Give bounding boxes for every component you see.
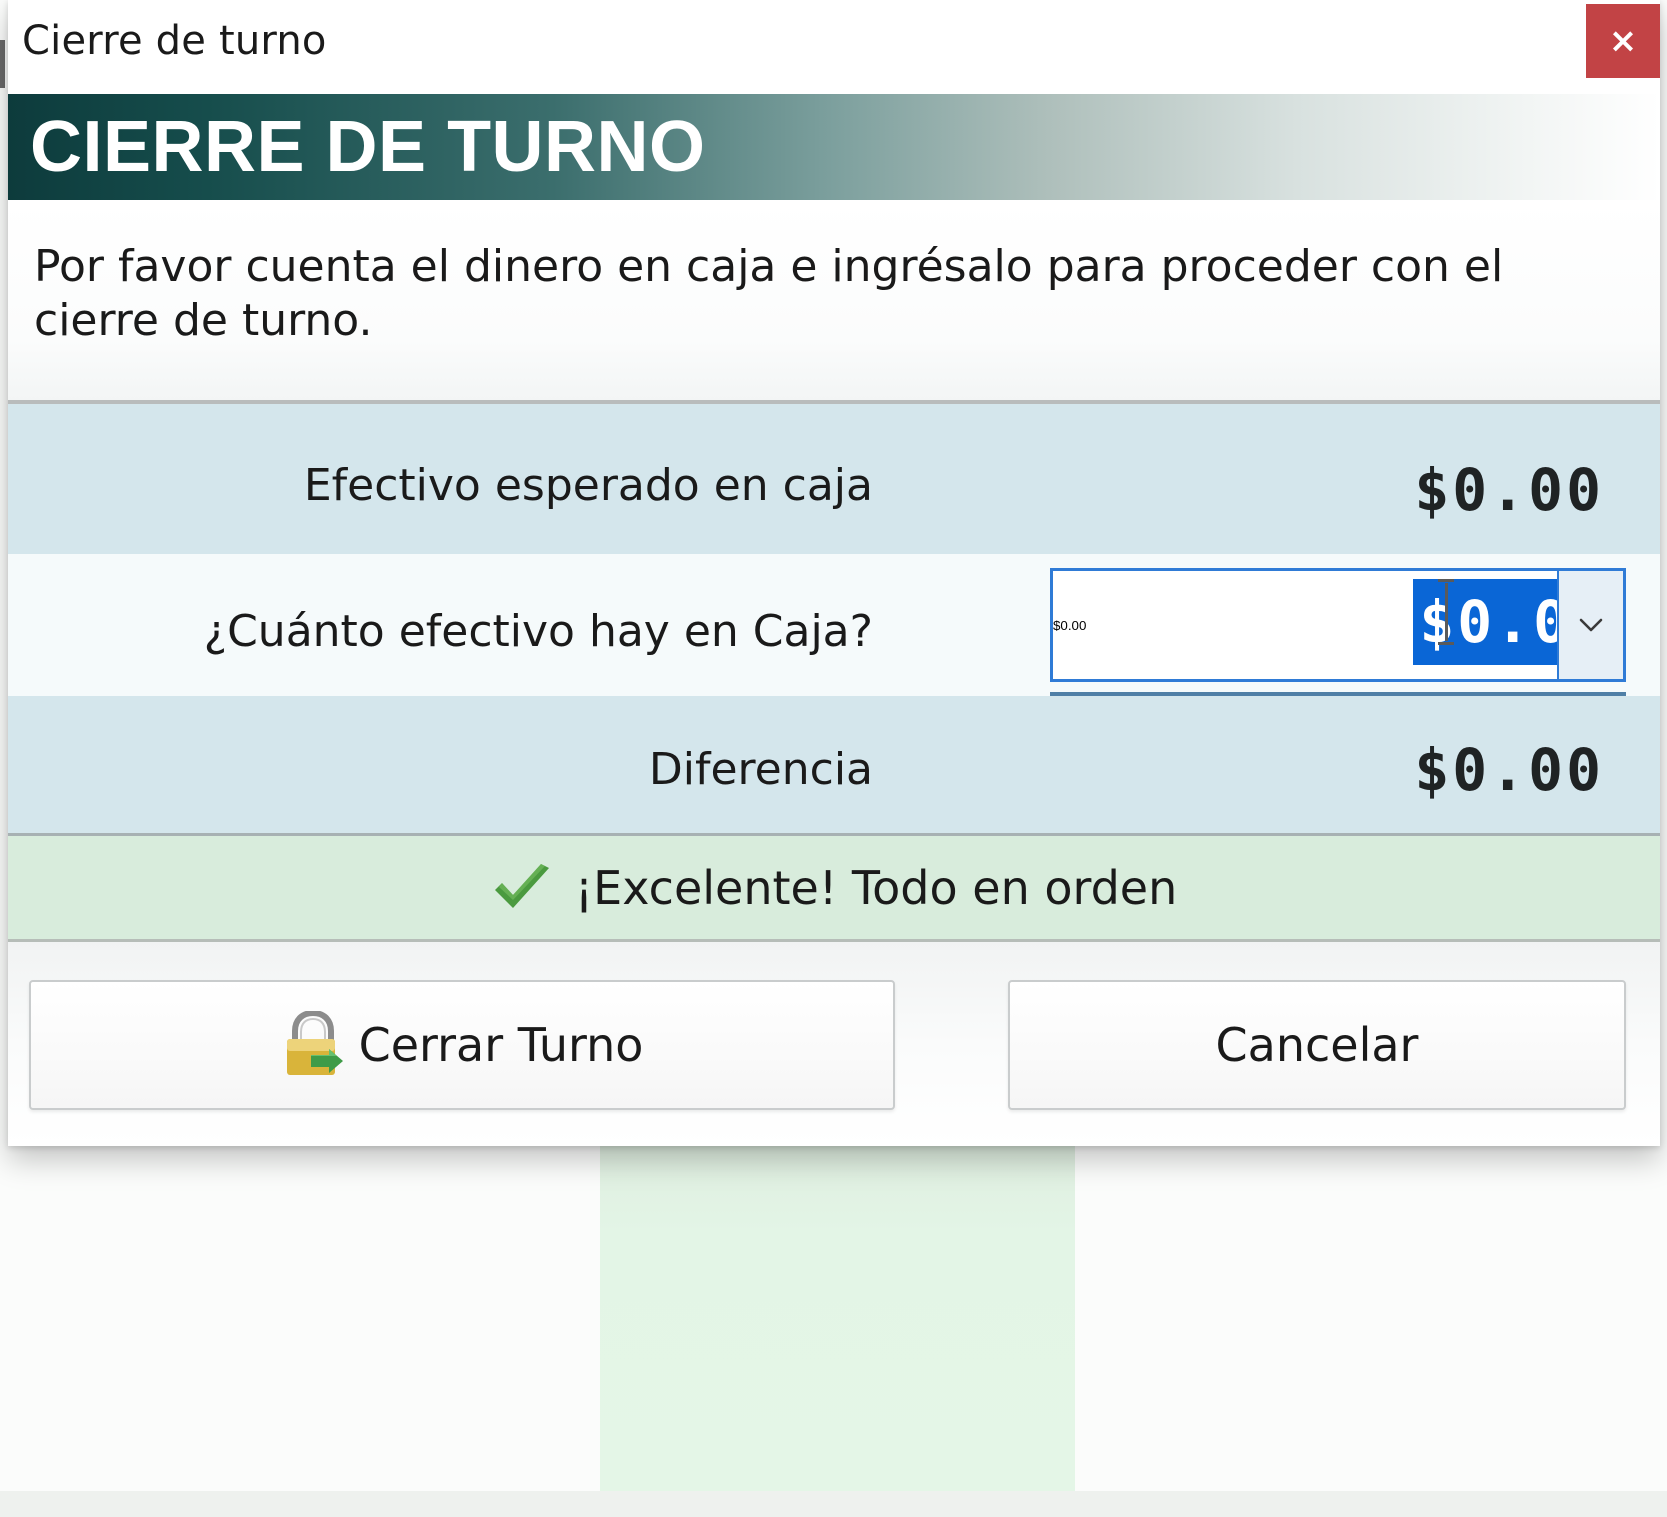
text-cursor-icon — [1438, 579, 1454, 645]
close-shift-button[interactable]: Cerrar Turno — [29, 980, 895, 1110]
status-bar: ¡Excelente! Todo en orden — [8, 836, 1660, 942]
background-strip — [0, 1491, 1667, 1517]
difference-label: Diferencia — [648, 744, 873, 795]
counted-cash-label: ¿Cuánto efectivo hay en Caja? — [203, 606, 873, 657]
difference-row: Diferencia $0.00 — [8, 696, 1660, 836]
window-title: Cierre de turno — [22, 18, 327, 64]
expected-cash-label: Efectivo esperado en caja — [303, 460, 873, 511]
header-banner: CIERRE DE TURNO — [8, 94, 1660, 200]
amount-dropdown-button[interactable] — [1557, 571, 1623, 679]
close-button[interactable]: × — [1586, 4, 1660, 78]
shift-close-dialog: Cierre de turno × CIERRE DE TURNO Por fa… — [8, 0, 1660, 1146]
lock-icon — [286, 1011, 343, 1075]
instruction-panel: Por favor cuenta el dinero en caja e ing… — [8, 200, 1660, 404]
title-bar[interactable]: Cierre de turno × — [8, 0, 1660, 92]
counted-cash-combo[interactable]: $0.00 — [1050, 568, 1626, 682]
counted-cash-row: ¿Cuánto efectivo hay en Caja? $0.00 — [8, 554, 1660, 698]
status-content: ¡Excelente! Todo en orden — [8, 836, 1660, 939]
cancel-label: Cancelar — [1215, 1018, 1419, 1072]
close-icon: × — [1608, 21, 1638, 61]
instruction-text: Por favor cuenta el dinero en caja e ing… — [34, 241, 1504, 346]
chevron-down-icon — [1579, 618, 1603, 632]
close-shift-label: Cerrar Turno — [358, 1018, 644, 1072]
cancel-button[interactable]: Cancelar — [1008, 980, 1626, 1110]
page-title: CIERRE DE TURNO — [30, 107, 706, 187]
button-area: Cerrar Turno Cancelar — [8, 942, 1660, 1146]
background-panel — [600, 1146, 1075, 1491]
status-message: ¡Excelente! Todo en orden — [574, 860, 1178, 915]
background-window-edge — [0, 40, 5, 88]
difference-amount: $0.00 — [1414, 736, 1604, 804]
check-icon — [494, 863, 549, 908]
expected-cash-amount: $0.00 — [1414, 456, 1604, 524]
expected-cash-row: Efectivo esperado en caja $0.00 — [8, 404, 1660, 554]
